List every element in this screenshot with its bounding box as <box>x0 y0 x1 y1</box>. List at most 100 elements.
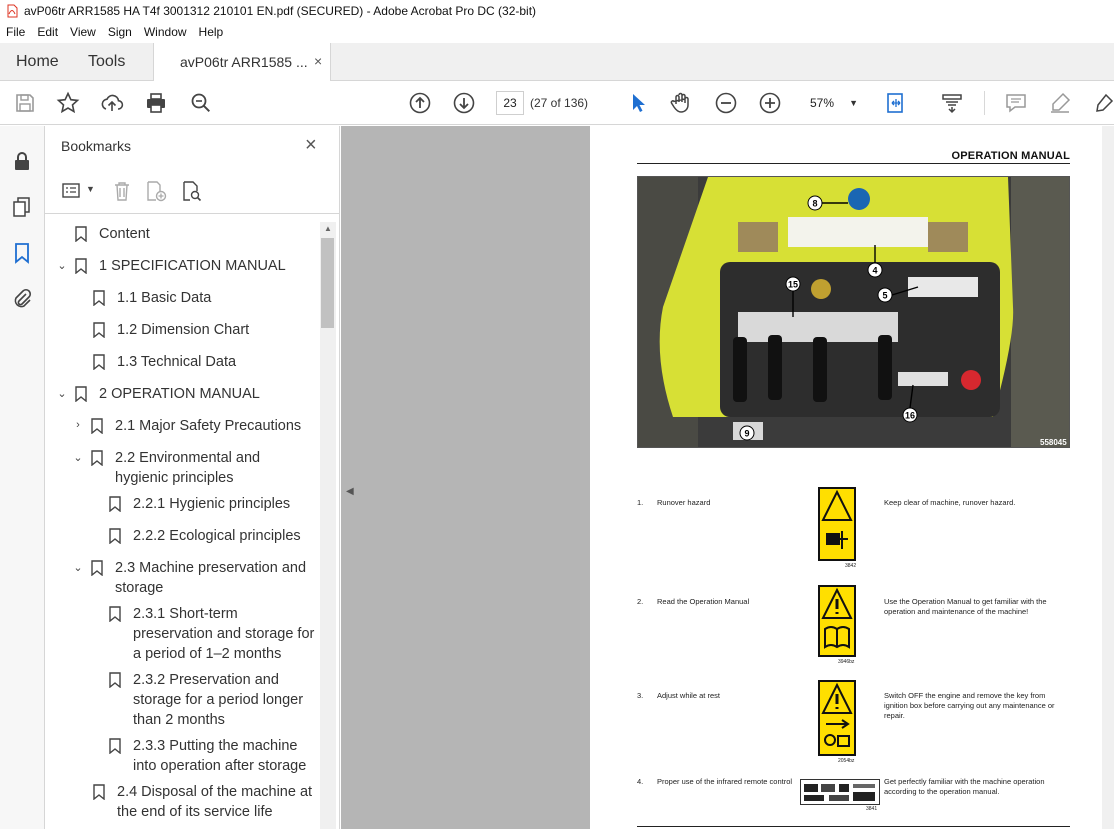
save-icon[interactable] <box>13 91 37 115</box>
bookmarks-panel: Bookmarks × ▼ Content ⌄ 1 SPECIFICATION … <box>45 126 340 829</box>
highlight-pen-icon[interactable] <box>1048 91 1072 115</box>
page-thumbnails-icon[interactable] <box>11 196 33 218</box>
bookmark-item[interactable]: 1.1 Basic Data <box>93 288 307 308</box>
row-description: Use the Operation Manual to get familiar… <box>884 597 1047 616</box>
sign-code: 3841 <box>866 806 878 812</box>
tab-document-label: avP06tr ARR1585 ... <box>180 54 308 70</box>
row-number: 3. <box>637 691 644 700</box>
bookmark-options-icon[interactable] <box>61 180 83 202</box>
bookmark-item[interactable]: 2.3.2 Preservation and storage for a per… <box>109 670 317 730</box>
callout-label: 15 <box>788 280 798 290</box>
attachment-icon[interactable] <box>11 288 33 310</box>
bookmark-item[interactable]: 1.2 Dimension Chart <box>93 320 307 340</box>
menu-bar: File Edit View Sign Window Help <box>0 22 1114 42</box>
zoom-search-icon[interactable] <box>189 91 213 115</box>
bookmark-item[interactable]: ⌄ 2.3 Machine preservation and storage <box>71 558 315 598</box>
bookmark-icon <box>109 672 123 690</box>
bookmark-icon <box>109 528 123 546</box>
row-description: Get perfectly familiar with the machine … <box>884 777 1045 796</box>
fit-page-icon[interactable] <box>884 91 908 115</box>
delete-bookmark-icon[interactable] <box>111 180 133 202</box>
bookmark-icon <box>75 226 89 244</box>
bookmarks-scrollbar-thumb[interactable] <box>321 238 334 328</box>
bookmark-item[interactable]: 2.4 Disposal of the machine at the end o… <box>93 782 320 822</box>
read-mode-icon[interactable] <box>940 91 964 115</box>
chevron-right-icon[interactable]: › <box>71 419 85 433</box>
callout-label: 9 <box>744 429 749 439</box>
bookmark-item[interactable]: ⌄ 2.2 Environmental and hygienic princip… <box>71 448 300 488</box>
chevron-down-icon[interactable]: ⌄ <box>71 561 85 575</box>
bookmark-item[interactable]: 1.3 Technical Data <box>93 352 307 372</box>
menu-view[interactable]: View <box>70 25 96 39</box>
bookmark-label: 2.3 Machine preservation and storage <box>115 560 307 596</box>
comment-icon[interactable] <box>1004 91 1028 115</box>
row-number: 1. <box>637 498 644 507</box>
select-cursor-icon[interactable] <box>626 91 650 115</box>
bookmark-label: 2.2.2 Ecological principles <box>133 528 301 544</box>
menu-file[interactable]: File <box>6 25 25 39</box>
tab-tools[interactable]: Tools <box>88 53 125 71</box>
page-footer-rule <box>637 826 1070 827</box>
row-name: Adjust while at rest <box>657 691 720 700</box>
chevron-down-icon[interactable]: ⌄ <box>55 387 69 401</box>
chevron-down-icon[interactable]: ⌄ <box>71 451 85 465</box>
lock-icon[interactable] <box>11 150 33 172</box>
bookmark-icon <box>91 450 105 468</box>
menu-edit[interactable]: Edit <box>37 25 58 39</box>
bookmark-label: 2.3.1 Short-term preservation and storag… <box>133 606 315 662</box>
row-name: Read the Operation Manual <box>657 597 750 606</box>
star-icon[interactable] <box>56 91 80 115</box>
tab-document[interactable]: avP06tr ARR1585 ... × <box>153 43 331 81</box>
options-chevron-icon[interactable]: ▼ <box>86 184 95 194</box>
close-panel-icon[interactable]: × <box>305 134 317 157</box>
bookmark-label: Content <box>99 226 150 242</box>
new-bookmark-icon[interactable] <box>145 180 167 202</box>
bookmark-icon <box>93 290 107 308</box>
row-number: 2. <box>637 597 644 606</box>
bookmark-label: 2.1 Major Safety Precautions <box>115 418 302 434</box>
scroll-up-icon[interactable]: ▲ <box>321 222 335 236</box>
toolbar-divider <box>984 91 985 115</box>
document-scrollbar[interactable] <box>1102 126 1114 829</box>
tab-bar: Home Tools avP06tr ARR1585 ... × <box>0 43 1114 81</box>
bookmark-item[interactable]: 2.2.1 Hygienic principles <box>109 494 320 514</box>
tab-close-icon[interactable]: × <box>314 53 322 69</box>
upload-cloud-icon[interactable] <box>100 91 124 115</box>
bookmark-label: 2.4 Disposal of the machine at the end o… <box>117 784 313 820</box>
tab-home[interactable]: Home <box>16 53 59 71</box>
menu-sign[interactable]: Sign <box>108 25 132 39</box>
bookmark-label: 2.2.1 Hygienic principles <box>133 496 291 512</box>
callout-label: 4 <box>872 266 877 276</box>
menu-help[interactable]: Help <box>199 25 224 39</box>
bookmark-item[interactable]: ⌄ 1 SPECIFICATION MANUAL <box>55 256 319 276</box>
page-heading-rule <box>637 163 1070 164</box>
bookmark-icon <box>109 606 123 624</box>
bookmark-item[interactable]: › 2.1 Major Safety Precautions <box>71 416 315 436</box>
sign-pen-icon[interactable] <box>1092 91 1114 115</box>
bookmark-label: 2.2 Environmental and hygienic principle… <box>115 450 261 486</box>
bookmark-icon <box>91 560 105 578</box>
bookmark-icon <box>93 354 107 372</box>
bookmark-label: 2.3.2 Preservation and storage for a per… <box>133 672 304 728</box>
menu-window[interactable]: Window <box>144 25 187 39</box>
previous-page-icon[interactable] <box>408 91 432 115</box>
bookmark-panel-icon[interactable] <box>11 242 33 264</box>
find-bookmark-icon[interactable] <box>181 180 203 202</box>
hand-tool-icon[interactable] <box>669 91 693 115</box>
bookmark-label: 1.1 Basic Data <box>117 290 212 306</box>
zoom-in-icon[interactable] <box>758 91 782 115</box>
next-page-icon[interactable] <box>452 91 476 115</box>
bookmark-item[interactable]: 2.3.3 Putting the machine into operation… <box>109 736 320 776</box>
collapse-panel-icon[interactable]: ◀ <box>346 486 356 502</box>
zoom-out-icon[interactable] <box>714 91 738 115</box>
bookmark-item[interactable]: 2.3.1 Short-term preservation and storag… <box>109 604 317 664</box>
machine-control-panel-photo: 8 4 15 5 16 9 <box>637 176 1070 448</box>
page-number-input[interactable]: 23 <box>496 91 524 115</box>
print-icon[interactable] <box>144 91 168 115</box>
chevron-down-icon[interactable]: ⌄ <box>55 259 69 273</box>
bookmark-item[interactable]: 2.2.2 Ecological principles <box>109 526 320 546</box>
bookmark-item[interactable]: Content <box>61 224 299 244</box>
zoom-level-select[interactable]: 57% ▼ <box>800 91 864 115</box>
bookmark-item[interactable]: ⌄ 2 OPERATION MANUAL <box>55 384 319 404</box>
warning-sign-runover <box>818 487 856 561</box>
